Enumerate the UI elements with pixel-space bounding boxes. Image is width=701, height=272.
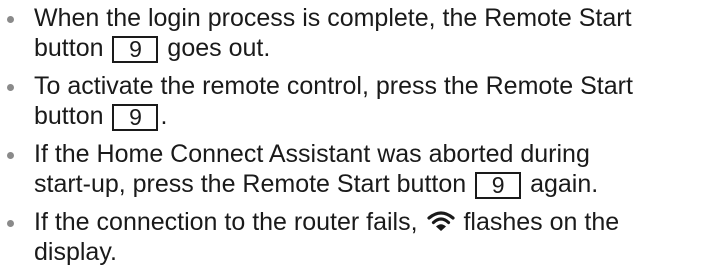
item-text: When the login process is complete, the … <box>34 4 632 32</box>
item-text: button <box>34 34 104 62</box>
bullet <box>7 152 14 159</box>
item-text: If the Home Connect Assistant was aborte… <box>34 140 590 168</box>
item-text: display. <box>34 238 117 266</box>
bullet <box>7 16 14 23</box>
bullet <box>7 84 14 91</box>
remote-start-button-key: 9 <box>112 36 159 63</box>
list-item: When the login process is complete, the … <box>0 3 701 63</box>
item-text: flashes on the <box>463 208 620 236</box>
item-text: If the connection to the router fails, <box>34 208 418 236</box>
item-text: start-up, press the Remote Start button <box>34 170 467 198</box>
item-text: button <box>34 102 104 130</box>
item-text: goes out. <box>167 34 271 62</box>
remote-start-button-key: 9 <box>475 172 522 199</box>
list-item: If the Home Connect Assistant was aborte… <box>0 139 701 199</box>
bullet <box>7 220 14 227</box>
list-item: To activate the remote control, press th… <box>0 71 701 131</box>
item-text: again. <box>530 170 599 198</box>
remote-start-button-key: 9 <box>112 104 159 131</box>
list-item: If the connection to the router fails, f… <box>0 207 701 267</box>
item-text: . <box>160 102 168 130</box>
instruction-list: When the login process is complete, the … <box>0 0 701 267</box>
item-text: To activate the remote control, press th… <box>34 72 633 100</box>
wifi-icon <box>426 211 455 231</box>
